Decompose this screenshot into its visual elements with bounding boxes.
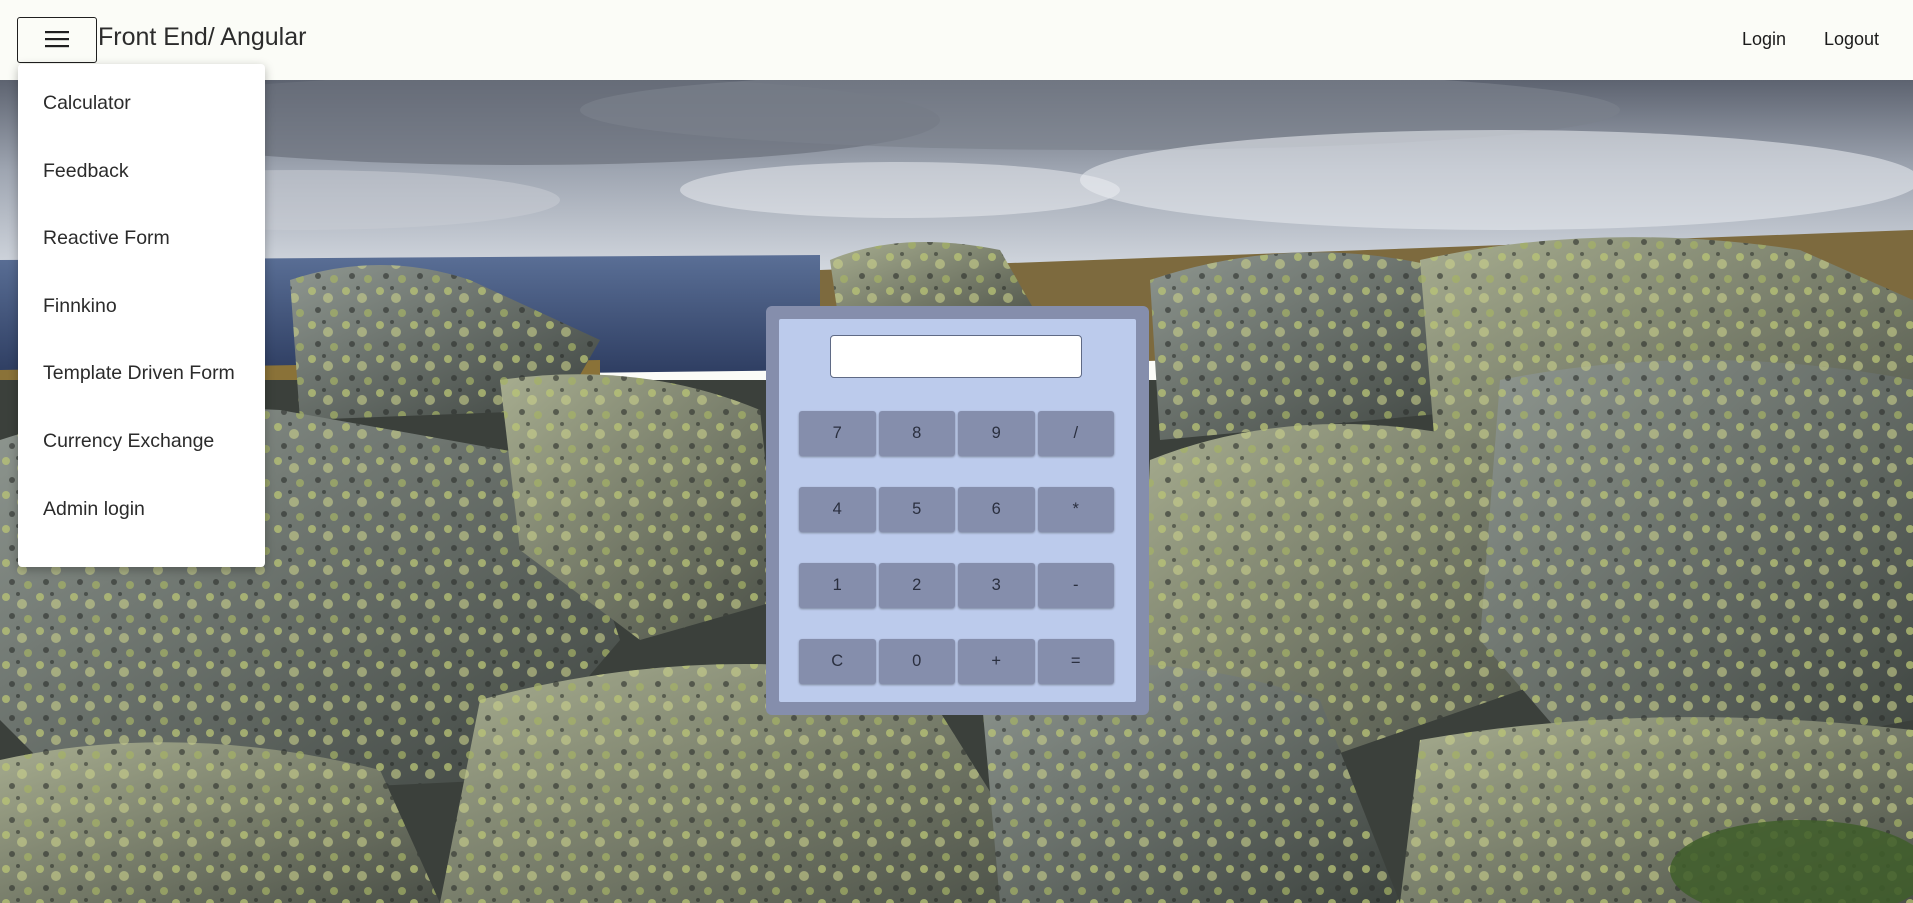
calculator-widget: 7 8 9 / 4 5 6 * 1 2 3 - C 0 + =	[766, 306, 1149, 715]
menu-item-label: Reactive Form	[43, 227, 170, 250]
calculator-key-row: 7 8 9 /	[799, 411, 1114, 456]
key-4-button[interactable]: 4	[799, 487, 876, 532]
menu-item-calculator[interactable]: Calculator	[18, 92, 265, 160]
top-navbar: Front End/ Angular Login Logout	[0, 0, 1913, 80]
app-brand-title: Front End/ Angular	[98, 23, 307, 51]
calculator-panel: 7 8 9 / 4 5 6 * 1 2 3 - C 0 + =	[779, 319, 1136, 702]
menu-item-label: Calculator	[43, 92, 131, 114]
key-0-button[interactable]: 0	[878, 639, 955, 684]
navigation-dropdown-menu: Calculator Feedback Reactive Form Finnki…	[18, 64, 265, 567]
menu-item-template-driven-form[interactable]: Template Driven Form	[18, 362, 265, 430]
menu-item-feedback[interactable]: Feedback	[18, 160, 265, 228]
key-2-button[interactable]: 2	[878, 563, 955, 608]
calculator-display-input[interactable]	[830, 335, 1082, 378]
calculator-key-row: 1 2 3 -	[799, 563, 1114, 608]
menu-item-label: Finnkino	[43, 294, 117, 317]
key-equals-button[interactable]: =	[1037, 639, 1114, 684]
key-multiply-button[interactable]: *	[1037, 487, 1114, 532]
menu-item-reactive-form[interactable]: Reactive Form	[18, 227, 265, 295]
menu-toggle-button[interactable]	[17, 17, 97, 63]
key-6-button[interactable]: 6	[958, 487, 1035, 532]
menu-item-admin-login[interactable]: Admin login	[18, 498, 265, 566]
key-9-button[interactable]: 9	[958, 411, 1035, 456]
calculator-keypad: 7 8 9 / 4 5 6 * 1 2 3 - C 0 + =	[799, 411, 1114, 715]
key-divide-button[interactable]: /	[1037, 411, 1114, 456]
menu-item-finnkino[interactable]: Finnkino	[18, 295, 265, 363]
menu-item-label: Currency Exchange	[43, 429, 215, 452]
calculator-key-row: C 0 + =	[799, 639, 1114, 684]
key-8-button[interactable]: 8	[878, 411, 955, 456]
key-3-button[interactable]: 3	[958, 563, 1035, 608]
calculator-key-row: 4 5 6 *	[799, 487, 1114, 532]
key-5-button[interactable]: 5	[878, 487, 955, 532]
logout-link[interactable]: Logout	[1824, 29, 1879, 50]
menu-item-currency-exchange[interactable]: Currency Exchange	[18, 430, 265, 498]
key-subtract-button[interactable]: -	[1037, 563, 1114, 608]
menu-item-label: Template Driven Form	[43, 362, 235, 385]
key-clear-button[interactable]: C	[799, 639, 876, 684]
menu-item-label: Feedback	[43, 159, 129, 182]
key-7-button[interactable]: 7	[799, 411, 876, 456]
key-1-button[interactable]: 1	[799, 563, 876, 608]
key-add-button[interactable]: +	[958, 639, 1035, 684]
login-link[interactable]: Login	[1742, 29, 1786, 50]
menu-item-label: Admin login	[43, 497, 145, 520]
hamburger-menu-icon	[45, 30, 69, 51]
